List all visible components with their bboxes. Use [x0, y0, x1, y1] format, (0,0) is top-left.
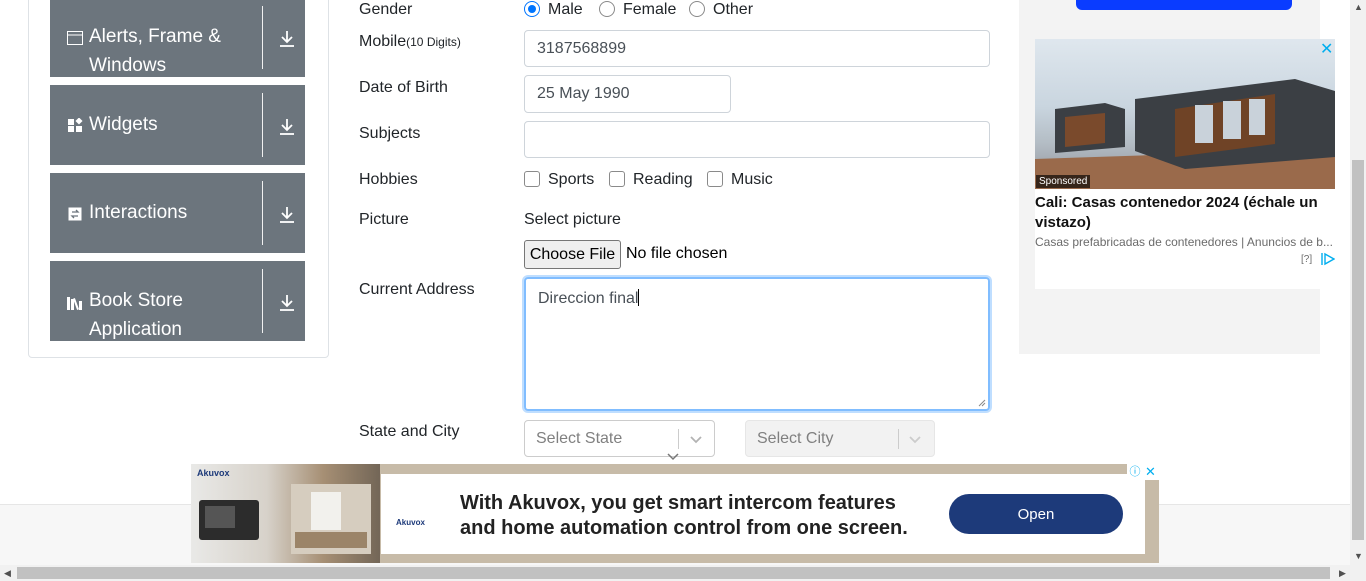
mobile-hint: (10 Digits) [406, 35, 461, 49]
gender-option-male[interactable]: Male [548, 1, 583, 19]
hobby-checkbox-reading[interactable] [609, 171, 625, 187]
gender-radio-female[interactable] [599, 1, 615, 17]
divider [262, 181, 263, 245]
close-icon[interactable]: ✕ [1142, 464, 1159, 480]
download-icon[interactable] [278, 117, 296, 137]
file-status-text: No file chosen [626, 245, 728, 262]
ad-text-line2: and home automation control from one scr… [460, 517, 908, 539]
hobby-checkbox-music[interactable] [707, 171, 723, 187]
choose-file-button[interactable]: Choose File [524, 240, 621, 269]
ad-text[interactable]: With Akuvox, you get smart intercom feat… [460, 491, 908, 541]
book-icon [66, 294, 84, 312]
sidebar-group-interactions[interactable]: Interactions [50, 173, 305, 253]
hobby-label-reading[interactable]: Reading [633, 171, 693, 189]
ad-image[interactable]: Sponsored [1035, 39, 1335, 189]
brand-logo: Akuvox [396, 518, 425, 527]
gender-radio-other[interactable] [689, 1, 705, 17]
sidebar-group-book-store-application[interactable]: Book Store Application [50, 261, 305, 341]
sidebar-group-widgets[interactable]: Widgets [50, 85, 305, 165]
ad-blue-button[interactable] [1076, 0, 1292, 10]
chevron-down-icon [667, 453, 679, 461]
city-placeholder: Select City [757, 430, 834, 447]
scroll-right-arrow-icon[interactable]: ▶ [1339, 568, 1346, 579]
intercom-device-image [199, 500, 259, 540]
scroll-down-arrow-icon[interactable]: ▼ [1354, 551, 1363, 561]
current-address-textarea[interactable]: Direccion final [524, 277, 990, 411]
download-icon[interactable] [278, 293, 296, 313]
text-caret [638, 289, 640, 306]
adchoices-icon[interactable] [1321, 252, 1335, 266]
mobile-input[interactable]: 3187568899 [524, 30, 990, 67]
sidebar-group-alerts-frame-windows[interactable]: Alerts, Frame & Windows [50, 0, 305, 77]
sidebar-group-label-line2: Application [89, 319, 182, 340]
ad-description[interactable]: Casas prefabricadas de contenedores | An… [1035, 235, 1333, 249]
ad-card[interactable]: Sponsored ✕ Cali: Casas contenedor 2024 … [1035, 39, 1335, 289]
sidebar-group-label: Alerts, Frame & [89, 26, 221, 47]
select-separator [898, 429, 899, 449]
vertical-scroll-thumb[interactable] [1352, 160, 1364, 540]
sidebar-group-label: Book Store [89, 290, 183, 311]
ad-headline[interactable]: Cali: Casas contenedor 2024 (échale un v… [1035, 193, 1333, 233]
mobile-label: Mobile(10 Digits) [359, 33, 461, 51]
chevron-down-icon[interactable] [908, 432, 922, 446]
interactions-icon [66, 205, 84, 223]
scroll-up-arrow-icon[interactable]: ▲ [1354, 2, 1363, 12]
gender-option-female[interactable]: Female [623, 1, 676, 19]
dob-label: Date of Birth [359, 79, 448, 96]
divider [262, 269, 263, 333]
sidebar-group-label: Interactions [89, 202, 188, 223]
gender-label: Gender [359, 1, 413, 18]
resize-handle-icon[interactable] [978, 399, 986, 407]
ad-open-button[interactable]: Open [949, 494, 1123, 534]
sidebar-group-label-line2: Windows [89, 55, 167, 76]
select-separator [678, 429, 679, 449]
info-icon[interactable]: ⓘ [1127, 464, 1143, 480]
widgets-icon [66, 117, 84, 135]
sponsored-badge: Sponsored [1036, 175, 1091, 188]
brand-logo: Akuvox [197, 468, 230, 478]
hobby-label-music[interactable]: Music [731, 171, 773, 189]
mobile-label-text: Mobile [359, 33, 407, 50]
ad-help-link[interactable]: [?] [1301, 254, 1312, 265]
hobby-checkbox-sports[interactable] [524, 171, 540, 187]
state-placeholder: Select State [536, 430, 623, 447]
close-icon[interactable]: ✕ [1320, 39, 1333, 59]
dob-value: 25 May 1990 [537, 85, 630, 102]
mobile-value: 3187568899 [537, 39, 626, 57]
divider [262, 6, 263, 69]
select-picture-text: Select picture [524, 211, 621, 228]
picture-label: Picture [359, 211, 409, 228]
horizontal-scroll-thumb[interactable] [17, 567, 1330, 579]
hobby-label-sports[interactable]: Sports [548, 171, 594, 189]
window-icon [66, 29, 84, 47]
state-city-label: State and City [359, 423, 460, 440]
ad-product-image: Akuvox [191, 464, 380, 563]
bottom-advertisement[interactable]: Akuvox Akuvox With Akuvox, you get smart… [191, 464, 1159, 563]
container-house-image [1035, 79, 1335, 189]
subjects-label: Subjects [359, 125, 421, 142]
address-label: Current Address [359, 281, 475, 298]
divider [262, 93, 263, 157]
scroll-left-arrow-icon[interactable]: ◀ [4, 568, 11, 579]
state-select[interactable]: Select State [524, 420, 715, 457]
city-select[interactable]: Select City [745, 420, 935, 457]
download-icon[interactable] [278, 205, 296, 225]
ad-text-line1: With Akuvox, you get smart intercom feat… [460, 492, 896, 514]
sidebar-group-label: Widgets [89, 114, 158, 135]
hobbies-label: Hobbies [359, 171, 418, 188]
download-icon[interactable] [278, 29, 296, 49]
gender-option-other[interactable]: Other [713, 1, 753, 19]
chevron-down-icon[interactable] [689, 432, 703, 446]
dob-input[interactable]: 25 May 1990 [524, 75, 731, 113]
gender-radio-male[interactable] [524, 1, 540, 17]
living-room-image [291, 484, 371, 554]
right-advertisement[interactable]: Sponsored ✕ Cali: Casas contenedor 2024 … [1019, 0, 1335, 354]
subjects-input[interactable] [524, 121, 990, 158]
address-value: Direccion final [538, 290, 639, 307]
